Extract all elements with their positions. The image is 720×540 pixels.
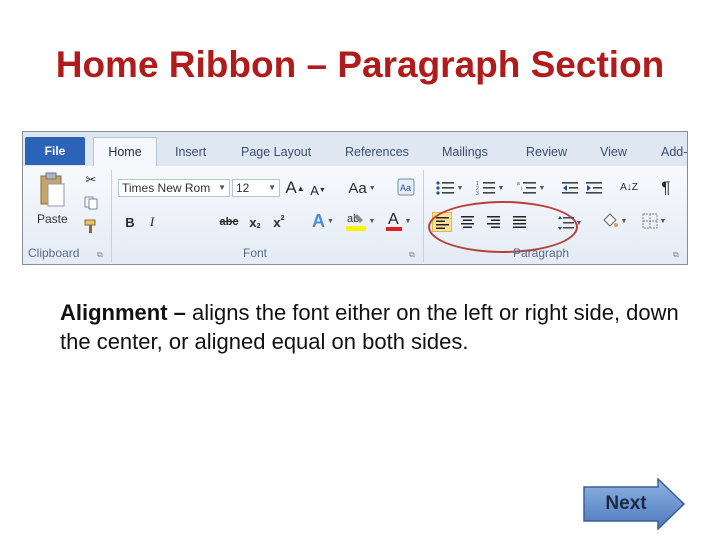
grow-font-icon[interactable]: A ▲ [285, 178, 305, 198]
change-case-icon[interactable]: Aa ▼ [345, 178, 379, 198]
tab-addins[interactable]: Add- [661, 142, 687, 164]
clipboard-launcher-icon[interactable]: ⧉ [97, 250, 103, 260]
show-hide-marks-button[interactable]: ¶ [655, 177, 677, 199]
font-launcher-icon[interactable]: ⧉ [409, 250, 415, 260]
font-size-value: 12 [236, 181, 250, 195]
numbering-icon[interactable]: 1 2 3 ▼ [471, 177, 509, 199]
tab-review[interactable]: Review [526, 142, 567, 164]
decrease-indent-icon[interactable] [559, 177, 581, 199]
cut-icon[interactable]: ✂ [81, 170, 101, 190]
tab-mailings[interactable]: Mailings [442, 142, 488, 164]
tab-file[interactable]: File [25, 137, 85, 165]
shrink-font-icon[interactable]: A ▼ [309, 180, 327, 200]
italic-button[interactable]: I [143, 212, 161, 232]
copy-icon[interactable] [81, 193, 101, 213]
paste-label[interactable]: Paste [37, 212, 68, 226]
increase-indent-icon[interactable] [583, 177, 605, 199]
shading-icon[interactable]: ▼ [597, 210, 631, 232]
text-effects-icon[interactable]: A ▼ [309, 210, 337, 232]
group-divider [423, 170, 424, 262]
font-name-combo[interactable]: Times New Rom ▼ [118, 179, 230, 197]
line-spacing-icon[interactable]: ▼ [557, 212, 583, 234]
font-color-icon[interactable]: A ▼ [383, 210, 413, 232]
group-divider [111, 170, 112, 262]
borders-icon[interactable]: ▼ [637, 210, 671, 232]
format-painter-icon[interactable] [81, 216, 101, 236]
description: Alignment – aligns the font either on th… [60, 298, 700, 356]
svg-text:A: A [388, 211, 399, 228]
chevron-down-icon: ▼ [268, 183, 276, 192]
subscript-icon[interactable]: x2 [245, 212, 265, 232]
tab-view[interactable]: View [600, 142, 627, 164]
strikethrough-button[interactable]: abc [217, 212, 241, 232]
svg-text:3: 3 [476, 191, 479, 196]
sort-label: A↓Z [620, 182, 638, 193]
svg-text:Aa: Aa [400, 183, 411, 193]
font-size-combo[interactable]: 12 ▼ [232, 179, 280, 197]
ribbon-tab-bar: File Home Insert Page Layout References … [23, 132, 687, 167]
description-term: Alignment – [60, 300, 186, 325]
tab-home[interactable]: Home [93, 137, 157, 167]
bold-button[interactable]: B [121, 212, 139, 232]
svg-text:i: i [521, 186, 522, 192]
multilevel-list-icon[interactable]: a i ▼ [512, 177, 550, 199]
bullets-icon[interactable]: ▼ [430, 177, 468, 199]
sort-icon[interactable]: A↓Z [617, 176, 641, 200]
slide-title: Home Ribbon – Paragraph Section [55, 44, 665, 85]
paragraph-launcher-icon[interactable]: ⧉ [673, 250, 679, 260]
paragraph-group-label: Paragraph [513, 246, 570, 260]
clipboard-group-label: Clipboard [28, 246, 80, 260]
highlight-color-icon[interactable]: ab ▼ [343, 210, 377, 232]
chevron-down-icon: ▼ [218, 183, 226, 192]
font-name-value: Times New Rom [122, 181, 211, 195]
paste-icon[interactable] [33, 170, 71, 210]
next-label[interactable]: Next [590, 493, 662, 515]
clear-formatting-icon[interactable]: Aa [395, 176, 417, 198]
svg-text:a: a [517, 181, 520, 187]
tab-references[interactable]: References [345, 142, 409, 164]
font-group-label: Font [243, 246, 268, 260]
word-ribbon: File Home Insert Page Layout References … [22, 131, 688, 265]
tab-insert[interactable]: Insert [175, 142, 206, 164]
superscript-icon[interactable]: x2 [269, 212, 289, 232]
tab-page-layout[interactable]: Page Layout [241, 142, 311, 164]
